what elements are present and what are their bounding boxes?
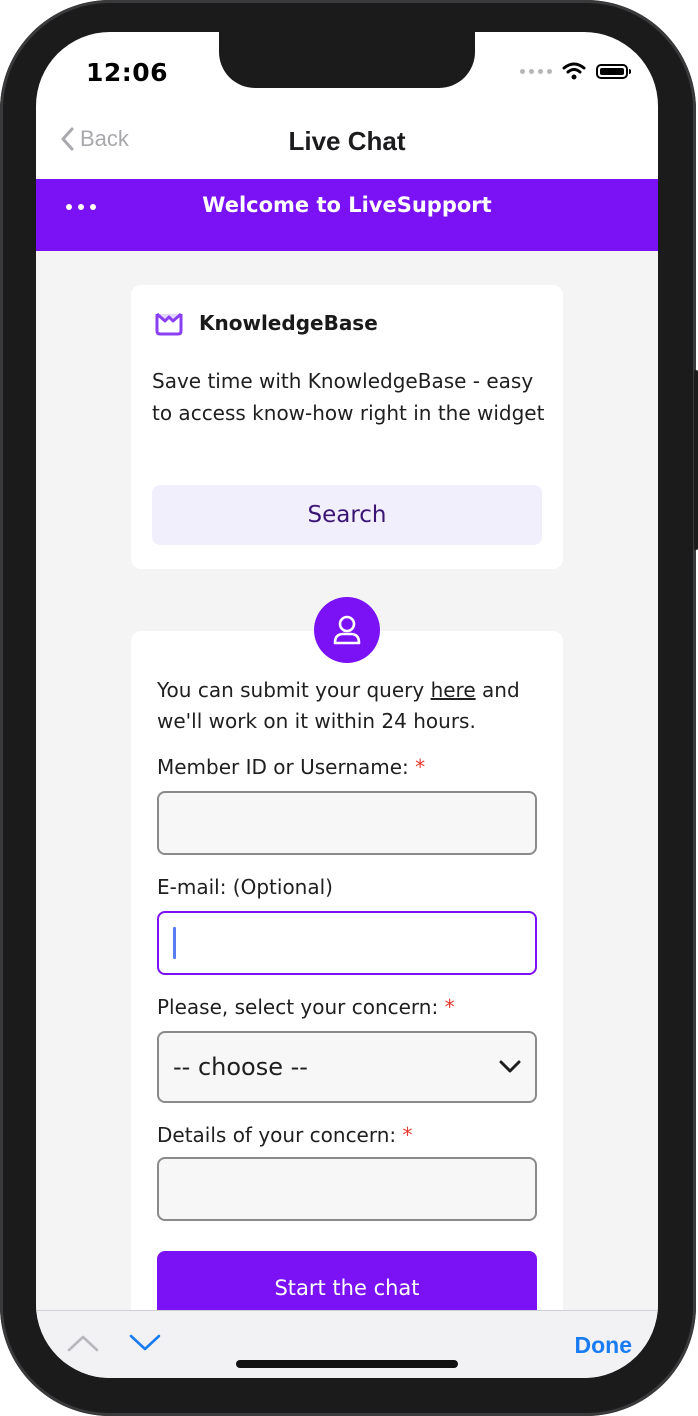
wifi-icon (562, 62, 586, 80)
chat-widget-content: KnowledgeBase Save time with KnowledgeBa… (36, 251, 658, 1351)
concern-label-text: Please, select your concern: (157, 995, 439, 1019)
chevron-down-icon (499, 1060, 521, 1073)
search-button[interactable]: Search (152, 485, 542, 545)
required-marker: * (444, 995, 455, 1019)
details-input[interactable] (157, 1157, 537, 1221)
status-time: 12:06 (86, 58, 169, 87)
required-marker: * (402, 1123, 413, 1147)
chevron-down-icon[interactable] (128, 1333, 162, 1353)
chat-form-card: You can submit your query here and we'll… (131, 631, 563, 1351)
knowledgebase-card: KnowledgeBase Save time with KnowledgeBa… (131, 285, 563, 569)
chevron-up-icon[interactable] (66, 1333, 100, 1353)
email-label: E-mail: (Optional) (157, 875, 333, 899)
notch (219, 32, 475, 88)
banner-title: Welcome to LiveSupport (202, 193, 492, 217)
concern-select[interactable]: -- choose -- (157, 1031, 537, 1103)
member-id-label-text: Member ID or Username: (157, 755, 409, 779)
form-intro: You can submit your query here and we'll… (157, 675, 557, 737)
details-label-text: Details of your concern: (157, 1123, 397, 1147)
navigation-bar: Back Live Chat (36, 116, 658, 178)
side-button (694, 370, 698, 550)
knowledgebase-header: KnowledgeBase (153, 309, 378, 337)
here-link[interactable]: here (431, 678, 476, 702)
knowledgebase-title: KnowledgeBase (199, 311, 378, 335)
signal-icon (520, 68, 552, 74)
member-id-label: Member ID or Username: * (157, 755, 425, 779)
member-id-input[interactable] (157, 791, 537, 855)
details-label: Details of your concern: * (157, 1123, 413, 1147)
status-icons (520, 62, 631, 80)
email-input[interactable] (157, 911, 537, 975)
phone-frame: 12:06 Back Live Chat Welcome to LiveSupp… (0, 0, 698, 1416)
required-marker: * (415, 755, 426, 779)
book-icon (155, 312, 183, 336)
concern-label: Please, select your concern: * (157, 995, 455, 1019)
user-avatar-icon (314, 597, 380, 663)
knowledgebase-description: Save time with KnowledgeBase - easy to a… (152, 369, 545, 425)
home-indicator (236, 1360, 458, 1368)
screen: 12:06 Back Live Chat Welcome to LiveSupp… (36, 32, 658, 1378)
chat-header-banner: Welcome to LiveSupport (36, 179, 658, 251)
page-title: Live Chat (288, 126, 406, 156)
intro-prefix: You can submit your query (157, 678, 431, 702)
concern-selected-value: -- choose -- (173, 1053, 308, 1081)
battery-icon (596, 63, 631, 79)
done-button[interactable]: Done (575, 1332, 633, 1359)
text-cursor (173, 927, 176, 959)
